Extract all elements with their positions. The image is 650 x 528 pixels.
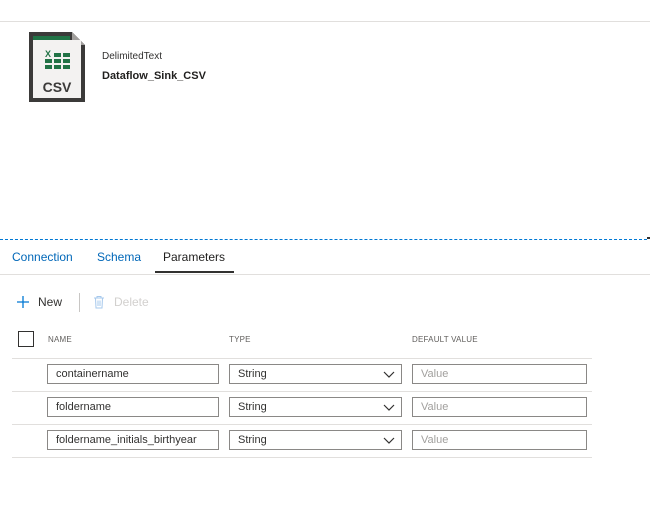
header-name: NAME	[48, 335, 72, 344]
parameter-type-select[interactable]: String	[229, 430, 402, 450]
tab-schema[interactable]: Schema	[97, 250, 141, 264]
delete-parameter-button[interactable]: Delete	[93, 291, 149, 313]
csv-label: CSV	[43, 79, 72, 95]
excel-badge: X	[45, 49, 51, 59]
tab-parameters[interactable]: Parameters	[163, 250, 225, 264]
parameter-name-input[interactable]: foldername	[47, 397, 219, 417]
parameter-type-select[interactable]: String	[229, 397, 402, 417]
parameter-name-input[interactable]: foldername_initials_birthyear	[47, 430, 219, 450]
tab-connection[interactable]: Connection	[12, 250, 73, 264]
csv-file-icon: X CSV	[29, 32, 85, 102]
header-default-value: DEFAULT VALUE	[412, 335, 478, 344]
new-label: New	[38, 295, 63, 309]
parameter-name-input[interactable]: containername	[47, 364, 219, 384]
tab-bar: Connection Schema Parameters	[0, 244, 650, 274]
tabs-divider	[0, 274, 650, 275]
pane-splitter[interactable]	[0, 239, 647, 240]
grid-header-row: NAME TYPE DEFAULT VALUE	[12, 326, 592, 359]
plus-icon	[17, 296, 29, 308]
parameter-default-value-input[interactable]: Value	[412, 364, 587, 384]
table-row: foldername_initials_birthyear String Val…	[12, 424, 592, 458]
parameter-type-value: String	[238, 434, 267, 446]
active-tab-indicator	[155, 271, 234, 273]
select-all-checkbox[interactable]	[18, 331, 34, 347]
chevron-down-icon	[383, 404, 395, 411]
new-parameter-button[interactable]: New	[16, 291, 62, 313]
trash-icon	[94, 296, 104, 309]
parameter-default-value-input[interactable]: Value	[412, 430, 587, 450]
parameter-default-value-input[interactable]: Value	[412, 397, 587, 417]
dataset-type-label: DelimitedText	[102, 51, 163, 62]
header-type: TYPE	[229, 335, 251, 344]
chevron-down-icon	[383, 371, 395, 378]
top-divider	[0, 21, 650, 22]
table-row: foldername String Value	[12, 391, 592, 425]
parameter-type-select[interactable]: String	[229, 364, 402, 384]
chevron-down-icon	[383, 437, 395, 444]
parameter-type-value: String	[238, 368, 267, 380]
dataset-name: Dataflow_Sink_CSV	[102, 70, 206, 82]
toolbar-divider	[79, 293, 80, 312]
parameter-type-value: String	[238, 401, 267, 413]
delete-label: Delete	[114, 295, 149, 309]
table-row: containername String Value	[12, 358, 592, 392]
